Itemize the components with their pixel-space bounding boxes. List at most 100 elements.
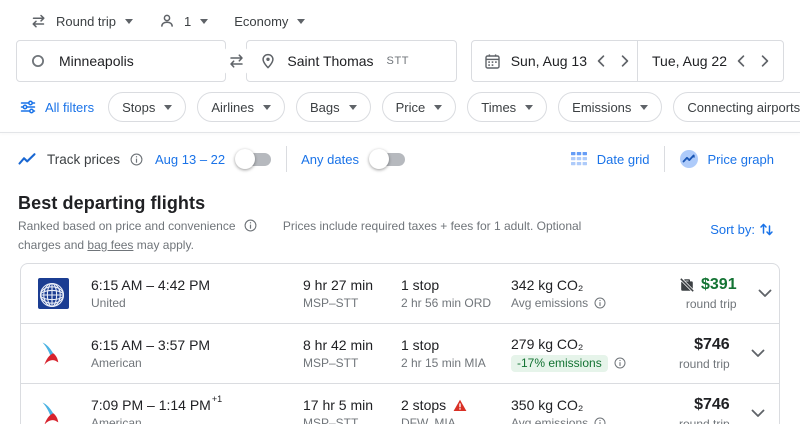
duration-cell: 17 hr 5 min MSP–STT: [303, 397, 401, 424]
tune-sliders-icon: [20, 99, 36, 115]
expand-flight-button[interactable]: [732, 409, 780, 418]
departure-date-section[interactable]: Sun, Aug 13: [484, 41, 637, 81]
filter-chip-connecting-airports[interactable]: Connecting airports: [673, 92, 800, 122]
trip-type-note: round trip: [686, 297, 737, 311]
flight-times: 7:09 PM – 1:14 PM+1: [91, 397, 303, 413]
results-title: Best departing flights: [18, 193, 774, 214]
emissions-cell: 350 kg CO₂ Avg emissions: [511, 397, 679, 424]
return-date-section[interactable]: Tue, Aug 22: [637, 41, 777, 81]
co2-amount: 279 kg CO₂: [511, 336, 679, 352]
any-dates-toggle[interactable]: [369, 149, 406, 169]
cabin-class-label: Economy: [234, 14, 288, 29]
chevron-down-icon: [751, 349, 765, 358]
all-filters-button[interactable]: All filters: [16, 99, 98, 115]
filter-chip-label: Airlines: [211, 100, 254, 115]
flight-list: 6:15 AM – 4:42 PM United 9 hr 27 min MSP…: [20, 263, 780, 424]
co2-amount: 350 kg CO₂: [511, 397, 679, 413]
flight-result-row[interactable]: 6:15 AM – 4:42 PM United 9 hr 27 min MSP…: [21, 264, 779, 324]
cabin-class-selector[interactable]: Economy: [228, 9, 311, 34]
stops-cell: 1 stop 2 hr 56 min ORD: [401, 277, 511, 310]
price-line: $391: [679, 276, 737, 294]
price-graph-button[interactable]: Price graph: [679, 149, 774, 169]
destination-input[interactable]: Saint Thomas STT: [246, 40, 456, 82]
emissions-cell: 279 kg CO₂ -17% emissions: [511, 336, 679, 372]
duration-cell: 9 hr 27 min MSP–STT: [303, 277, 401, 310]
route-codes: MSP–STT: [303, 416, 401, 424]
stops-count: 1 stop: [401, 337, 439, 353]
filters-bar: All filters Stops Airlines Bags Price Times E…: [0, 82, 800, 132]
track-prices-group: Track prices Aug 13 – 22: [18, 149, 272, 169]
origin-input[interactable]: Minneapolis: [16, 40, 226, 82]
bag-fees-link[interactable]: bag fees: [87, 238, 133, 252]
person-icon: [159, 13, 175, 29]
track-prices-toggle[interactable]: [235, 149, 272, 169]
toggle-knob: [369, 149, 389, 169]
return-date-next-button[interactable]: [761, 55, 769, 67]
filter-chip-bags[interactable]: Bags: [296, 92, 371, 122]
caret-down-icon: [434, 105, 442, 110]
price-line: $746: [694, 336, 730, 354]
airline-name: United: [91, 296, 303, 310]
stops-cell: 1 stop 2 hr 15 min MIA: [401, 337, 511, 370]
return-date-nav: [737, 55, 777, 67]
date-grid-button[interactable]: Date grid: [570, 151, 650, 167]
american-airlines-logo: [38, 399, 68, 424]
info-icon: [594, 417, 606, 424]
filter-chip-times[interactable]: Times: [467, 92, 547, 122]
price-cell: $746 round trip: [679, 336, 732, 371]
price-cell: $391 round trip: [679, 276, 739, 311]
filter-chip-price[interactable]: Price: [382, 92, 457, 122]
expand-flight-button[interactable]: [732, 349, 780, 358]
emissions-line: Avg emissions: [511, 296, 679, 310]
flight-times: 6:15 AM – 4:42 PM: [91, 277, 303, 293]
filter-chips: Stops Airlines Bags Price Times Emissions Conn…: [108, 92, 800, 122]
flight-duration: 8 hr 42 min: [303, 337, 401, 353]
airline-name: American: [91, 356, 303, 370]
price-trend-line-icon: [18, 152, 37, 167]
expand-flight-button[interactable]: [739, 289, 780, 298]
filter-chip-label: Emissions: [572, 100, 631, 115]
passengers-selector[interactable]: 1: [153, 8, 214, 34]
filter-chip-stops[interactable]: Stops: [108, 92, 186, 122]
stops-detail: DFW, MIA: [401, 416, 511, 424]
times-superscript: +1: [212, 394, 222, 404]
departure-date-previous-button[interactable]: [597, 55, 605, 67]
all-filters-label: All filters: [45, 100, 94, 115]
trip-type-selector[interactable]: Round trip: [24, 8, 139, 34]
filter-chip-airlines[interactable]: Airlines: [197, 92, 285, 122]
sort-by-button[interactable]: Sort by:: [710, 217, 774, 237]
stops-detail: 2 hr 15 min MIA: [401, 356, 511, 370]
filter-chip-label: Times: [481, 100, 516, 115]
emissions-line: -17% emissions: [511, 355, 679, 372]
flight-result-row[interactable]: 6:15 AM – 3:57 PM American 8 hr 42 min M…: [21, 324, 779, 384]
united-logo: [38, 278, 69, 309]
return-date-previous-button[interactable]: [737, 55, 745, 67]
sort-by-label: Sort by:: [710, 222, 755, 237]
info-icon: [614, 357, 626, 369]
track-date-range[interactable]: Aug 13 – 22: [155, 152, 225, 167]
filter-chip-label: Bags: [310, 100, 340, 115]
flight-times: 6:15 AM – 3:57 PM: [91, 337, 303, 353]
departure-date-next-button[interactable]: [621, 55, 629, 67]
emissions-cell: 342 kg CO₂ Avg emissions: [511, 277, 679, 310]
flight-result-row[interactable]: 7:09 PM – 1:14 PM+1 American 17 hr 5 min…: [21, 384, 779, 424]
emissions-note: Avg emissions: [511, 416, 588, 424]
price: $391: [701, 276, 737, 294]
airline-logo-cell: [21, 278, 91, 309]
caret-down-icon: [125, 19, 133, 24]
destination-airport-code: STT: [387, 55, 410, 67]
route-codes: MSP–STT: [303, 356, 401, 370]
sort-arrows-icon: [759, 222, 774, 237]
trip-options-bar: Round trip 1 Economy: [0, 0, 800, 38]
any-dates-label[interactable]: Any dates: [301, 152, 359, 167]
filter-chip-emissions[interactable]: Emissions: [558, 92, 662, 122]
location-pin-icon: [260, 53, 276, 69]
warning-icon: [453, 399, 467, 412]
route-codes: MSP–STT: [303, 296, 401, 310]
filter-chip-label: Connecting airports: [687, 100, 800, 115]
filter-chip-label: Stops: [122, 100, 155, 115]
co2-amount: 342 kg CO₂: [511, 277, 679, 293]
stops-count: 2 stops: [401, 397, 446, 413]
flight-search-row: Minneapolis Saint Thomas STT: [0, 38, 800, 82]
tracking-tools-row: Track prices Aug 13 – 22 Any dates: [0, 133, 800, 183]
